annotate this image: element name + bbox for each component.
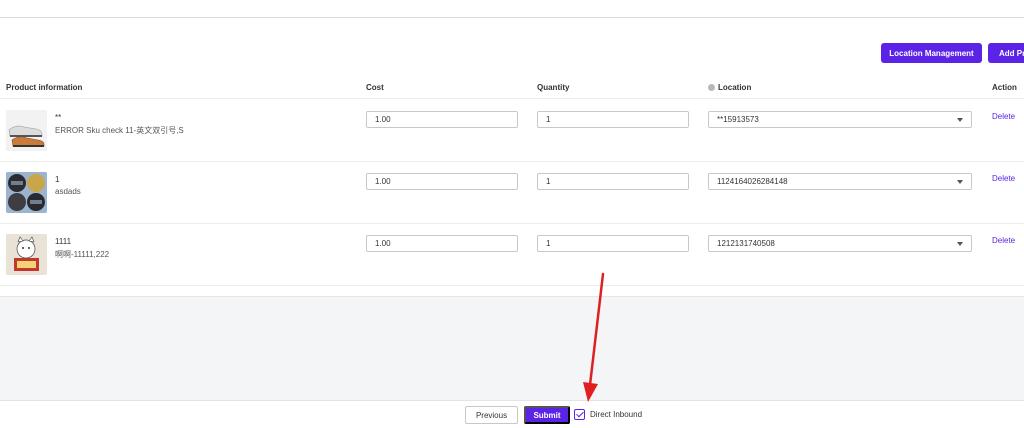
product-sku: 啊啊-11111,222 xyxy=(55,250,110,259)
product-sku: asdads xyxy=(55,187,81,196)
quantity-input[interactable]: 1 xyxy=(537,235,689,252)
product-name: 1 xyxy=(55,175,60,184)
column-cost: Cost xyxy=(366,83,384,92)
quantity-input[interactable]: 1 xyxy=(537,111,689,128)
add-product-button[interactable]: Add Pr xyxy=(988,43,1024,63)
submit-button[interactable]: Submit xyxy=(524,406,570,424)
previous-button[interactable]: Previous xyxy=(465,406,518,424)
info-icon[interactable] xyxy=(708,84,715,91)
cost-input[interactable]: 1.00 xyxy=(366,173,518,190)
direct-inbound-checkbox[interactable] xyxy=(574,409,585,420)
table-row: 1111 啊啊-11111,222 1.00 1 1212131740508 D… xyxy=(0,224,1024,286)
product-sku: ERROR Sku check 11-英文双引号,S xyxy=(55,126,184,135)
sneakers-image xyxy=(6,110,47,151)
cost-input[interactable]: 1.00 xyxy=(366,235,518,252)
location-select[interactable]: 1212131740508 xyxy=(708,235,972,252)
direct-inbound-label[interactable]: Direct Inbound xyxy=(590,410,642,419)
chevron-down-icon xyxy=(957,180,963,184)
product-name: ** xyxy=(55,113,62,122)
column-quantity: Quantity xyxy=(537,83,570,92)
chevron-down-icon xyxy=(957,118,963,122)
table-header: Product information Cost Quantity Locati… xyxy=(0,77,1024,99)
location-select[interactable]: **15913573 xyxy=(708,111,972,128)
top-header-strip xyxy=(0,0,1024,18)
location-management-button[interactable]: Location Management xyxy=(881,43,982,63)
column-action: Action xyxy=(992,83,1017,92)
location-select-value: 1124164026284148 xyxy=(717,177,788,186)
chevron-down-icon xyxy=(957,242,963,246)
delete-link[interactable]: Delete xyxy=(992,112,1015,121)
empty-content-area xyxy=(0,296,1024,400)
delete-link[interactable]: Delete xyxy=(992,236,1015,245)
location-select[interactable]: 1124164026284148 xyxy=(708,173,972,190)
helmets-image xyxy=(6,172,47,213)
location-select-value: **15913573 xyxy=(717,115,759,124)
column-location-label: Location xyxy=(718,83,752,92)
column-location: Location xyxy=(708,83,751,92)
quantity-input[interactable]: 1 xyxy=(537,173,689,190)
product-name: 1111 xyxy=(55,237,72,246)
table-row: ** ERROR Sku check 11-英文双引号,S 1.00 1 **1… xyxy=(0,100,1024,162)
lucky-cat-image xyxy=(6,234,47,275)
table-row: 1 asdads 1.00 1 1124164026284148 Delete xyxy=(0,162,1024,224)
column-product-information: Product information xyxy=(6,83,83,92)
delete-link[interactable]: Delete xyxy=(992,174,1015,183)
cost-input[interactable]: 1.00 xyxy=(366,111,518,128)
location-select-value: 1212131740508 xyxy=(717,239,775,248)
